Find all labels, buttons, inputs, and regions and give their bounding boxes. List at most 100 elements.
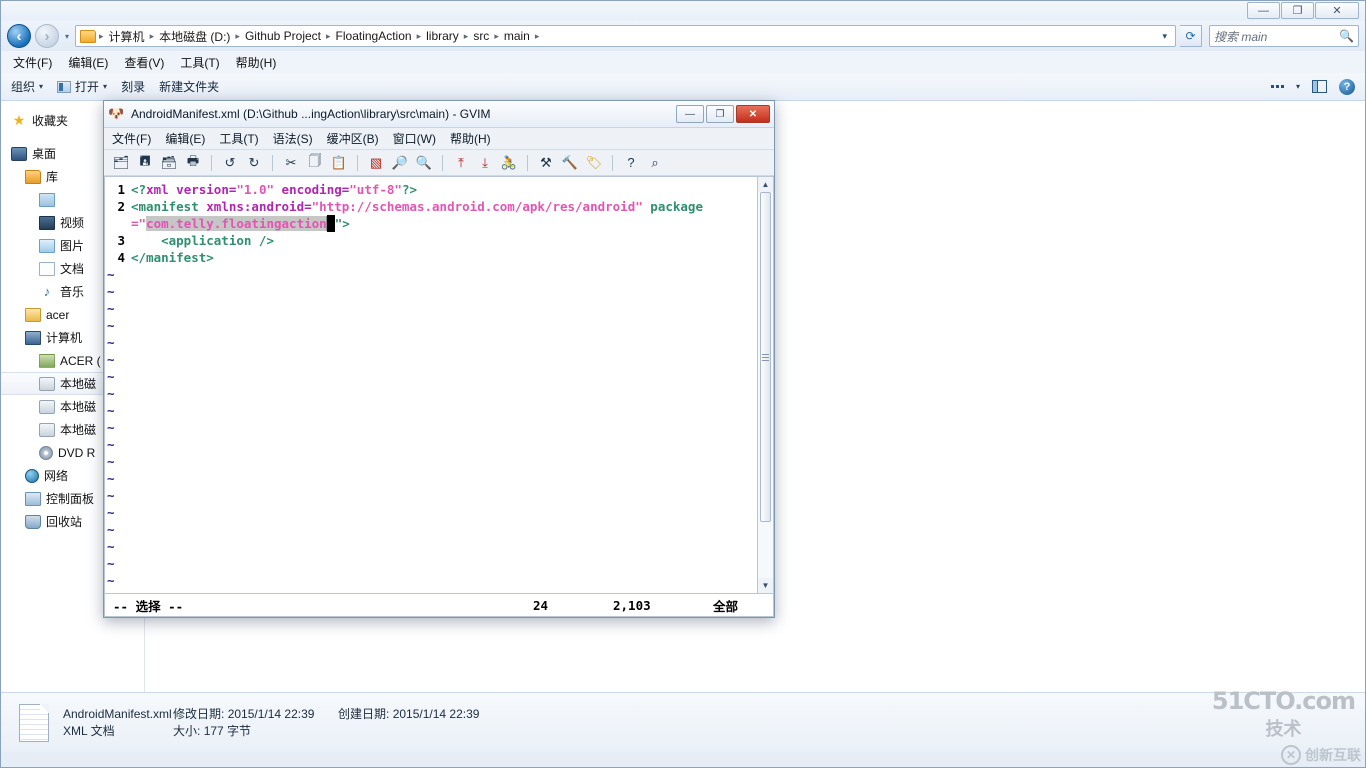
address-bar[interactable]: ▸ 计算机 ▸ 本地磁盘 (D:) ▸ Github Project ▸ Flo… xyxy=(75,25,1176,47)
tilde-icon: ~ xyxy=(107,335,115,350)
find-replace-icon[interactable]: ▧ xyxy=(366,153,386,173)
vim-cursor-position: 2,103 xyxy=(613,597,651,613)
open-button[interactable]: 打开 ▾ xyxy=(57,78,107,95)
breadcrumb-separator: ▸ xyxy=(534,30,540,41)
search-box[interactable]: 搜索 main 🔍 xyxy=(1209,25,1359,47)
recycle-bin-icon xyxy=(25,514,41,529)
breadcrumb-item-5[interactable]: src xyxy=(471,28,491,44)
tilde-icon: ~ xyxy=(107,505,115,520)
find-help-icon[interactable]: ⌕ xyxy=(645,153,665,173)
breadcrumb-item-4[interactable]: library xyxy=(424,28,461,44)
view-mode-icon[interactable] xyxy=(1270,85,1284,88)
gvim-menu-help[interactable]: 帮助(H) xyxy=(450,130,491,147)
save-session-icon[interactable]: ⤓ xyxy=(475,153,495,173)
build-tags-icon[interactable]: 🔨 xyxy=(560,153,580,173)
breadcrumb-item-2[interactable]: Github Project xyxy=(243,28,323,44)
chevron-down-icon[interactable]: ▾ xyxy=(1296,82,1300,91)
gvim-minimize-button[interactable]: — xyxy=(676,105,704,123)
redo-icon[interactable]: ↻ xyxy=(244,153,264,173)
gvim-menu-edit[interactable]: 编辑(E) xyxy=(165,130,205,147)
menu-tools[interactable]: 工具(T) xyxy=(180,54,219,71)
tilde-icon: ~ xyxy=(107,420,115,435)
preview-pane-icon[interactable] xyxy=(1312,80,1327,93)
address-dropdown-icon[interactable]: ▾ xyxy=(1158,31,1171,42)
document-icon xyxy=(39,261,55,276)
scroll-thumb[interactable] xyxy=(760,192,771,522)
gvim-menu-window[interactable]: 窗口(W) xyxy=(393,130,436,147)
tilde-icon: ~ xyxy=(107,318,115,333)
copy-icon[interactable]: 🗍 xyxy=(305,153,325,173)
code-text: <manifest xmlns:android="http://schemas.… xyxy=(131,199,703,214)
find-next-icon[interactable]: 🔎 xyxy=(390,153,410,173)
scroll-up-arrow-icon[interactable]: ▲ xyxy=(762,177,770,192)
new-folder-button[interactable]: 新建文件夹 xyxy=(159,78,219,95)
jump-tag-icon[interactable]: 🏷 xyxy=(584,153,604,173)
save-icon[interactable]: 🖪 xyxy=(135,153,155,173)
toolbar-separator xyxy=(357,154,358,171)
refresh-button[interactable]: ⟳ xyxy=(1180,25,1202,47)
print-icon[interactable]: 🖶 xyxy=(183,153,203,173)
logo-mark-icon: ✕ xyxy=(1281,745,1301,765)
scroll-down-arrow-icon[interactable]: ▼ xyxy=(762,578,770,593)
paste-icon[interactable]: 📋 xyxy=(329,153,349,173)
toolbar-separator xyxy=(272,154,273,171)
search-input[interactable]: 搜索 main xyxy=(1214,28,1267,45)
gvim-scrollbar[interactable]: ▲ ▼ xyxy=(757,176,774,593)
load-session-icon[interactable]: ⤒ xyxy=(451,153,471,173)
code-text: </manifest> xyxy=(131,250,214,265)
find-prev-icon[interactable]: 🔍 xyxy=(414,153,434,173)
line-number: 3 xyxy=(117,233,125,248)
breadcrumb-item-1[interactable]: 本地磁盘 (D:) xyxy=(157,27,232,46)
history-dropdown-icon[interactable]: ▾ xyxy=(63,32,71,41)
run-script-icon[interactable]: 🚴 xyxy=(499,153,519,173)
gvim-menu-buffers[interactable]: 缓冲区(B) xyxy=(327,130,379,147)
burn-button[interactable]: 刻录 xyxy=(121,78,145,95)
code-line: ="com.telly.floatingaction▌"> xyxy=(105,215,757,232)
chevron-down-icon: ▾ xyxy=(39,82,44,91)
minimize-button[interactable]: — xyxy=(1247,2,1280,19)
cut-icon[interactable]: ✂ xyxy=(281,153,301,173)
maximize-button[interactable]: ❐ xyxy=(1281,2,1314,19)
vim-mode: -- 选择 -- xyxy=(113,598,184,614)
menu-edit[interactable]: 编辑(E) xyxy=(68,54,108,71)
close-button[interactable]: ✕ xyxy=(1315,2,1359,19)
explorer-statusbar: AndroidManifest.xml 修改日期: 2015/1/14 22:3… xyxy=(1,692,1365,752)
gvim-statusline: -- 选择 -- 24 2,103 全部 xyxy=(104,593,774,617)
menu-view[interactable]: 查看(V) xyxy=(124,54,164,71)
tilde-icon: ~ xyxy=(107,437,115,452)
gvim-menu-file[interactable]: 文件(F) xyxy=(112,130,151,147)
gvim-menu-syntax[interactable]: 语法(S) xyxy=(273,130,313,147)
menu-help[interactable]: 帮助(H) xyxy=(236,54,277,71)
forward-button[interactable]: › xyxy=(35,24,59,48)
undo-icon[interactable]: ↺ xyxy=(220,153,240,173)
open-icon[interactable]: 🗂 xyxy=(111,153,131,173)
organize-button[interactable]: 组织 ▾ xyxy=(11,78,43,95)
sidebar-label: 库 xyxy=(46,170,59,184)
new-folder-label: 新建文件夹 xyxy=(159,80,220,94)
empty-line-marker: ~ xyxy=(105,317,757,334)
empty-line-marker: ~ xyxy=(105,521,757,538)
empty-line-marker: ~ xyxy=(105,334,757,351)
gvim-titlebar: 🐶 AndroidManifest.xml (D:\Github ...ingA… xyxy=(104,101,774,128)
gvim-editor[interactable]: 1 <?xml version="1.0" encoding="utf-8"?> 2… xyxy=(104,176,757,593)
breadcrumb-item-0[interactable]: 计算机 xyxy=(107,27,147,46)
help-icon[interactable]: ? xyxy=(1339,78,1355,95)
picture-icon xyxy=(39,238,55,253)
drive-icon xyxy=(39,399,55,414)
code-line: 3 <application /> xyxy=(105,232,757,249)
save-all-icon[interactable]: 🗃 xyxy=(159,153,179,173)
make-icon[interactable]: ⚒ xyxy=(536,153,556,173)
gvim-maximize-button[interactable]: ❐ xyxy=(706,105,734,123)
gvim-menu-tools[interactable]: 工具(T) xyxy=(219,130,258,147)
desktop-icon xyxy=(11,146,27,161)
scroll-track[interactable] xyxy=(758,192,773,578)
watermark-logo: ✕ 创新互联 xyxy=(1281,745,1361,765)
sidebar-label: ACER ( xyxy=(60,353,101,368)
sidebar-label: 本地磁 xyxy=(60,423,97,437)
gvim-close-button[interactable]: ✕ xyxy=(736,105,770,123)
back-button[interactable]: ‹ xyxy=(7,24,31,48)
menu-file[interactable]: 文件(F) xyxy=(13,54,52,71)
breadcrumb-item-6[interactable]: main xyxy=(502,28,532,44)
help-icon[interactable]: ? xyxy=(621,153,641,173)
breadcrumb-item-3[interactable]: FloatingAction xyxy=(334,28,414,44)
